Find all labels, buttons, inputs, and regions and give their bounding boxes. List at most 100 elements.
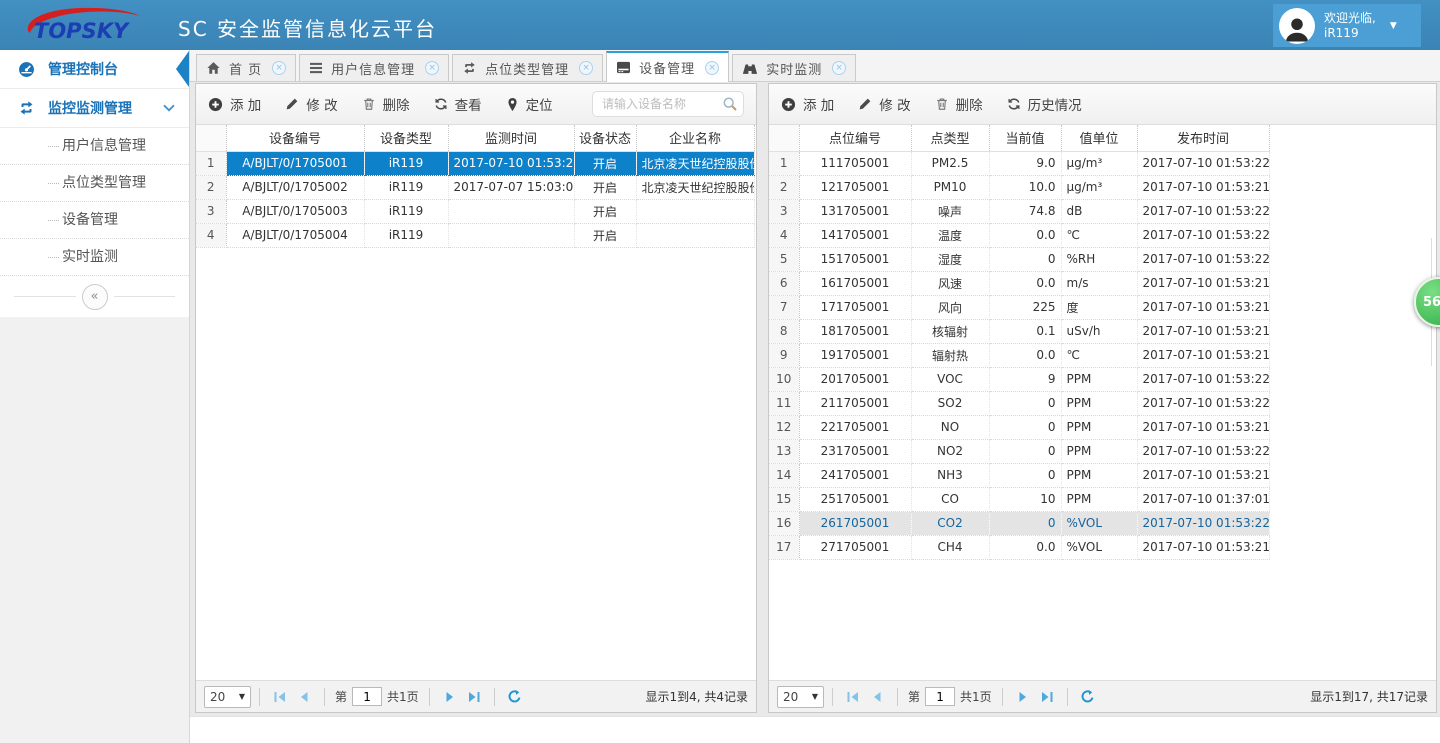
sidebar-section-management-console[interactable]: 管理控制台	[0, 50, 189, 89]
page-size-select[interactable]: 20 ▼	[204, 686, 251, 708]
column-header[interactable]: 企业名称	[636, 125, 754, 151]
cell: CO	[911, 487, 989, 511]
sidebar-item-point-type-management[interactable]: 点位类型管理	[0, 165, 189, 202]
refresh-button[interactable]	[503, 686, 527, 708]
row-number: 7	[769, 295, 799, 319]
next-page-button[interactable]	[1011, 686, 1035, 708]
table-row[interactable]: 5151705001湿度0%RH2017-07-10 01:53:22	[769, 247, 1269, 271]
table-row[interactable]: 2121705001PM1010.0μg/m³2017-07-10 01:53:…	[769, 175, 1269, 199]
prev-page-button[interactable]	[865, 686, 889, 708]
divider	[14, 296, 76, 297]
close-icon[interactable]: ×	[425, 61, 439, 75]
close-icon[interactable]: ×	[272, 61, 286, 75]
caret-down-icon: ▼	[239, 692, 245, 701]
column-header[interactable]: 点位编号	[799, 125, 911, 151]
cell: 2017-07-10 01:53:22	[1137, 151, 1269, 175]
caret-down-icon: ▼	[812, 692, 818, 701]
first-page-button[interactable]	[268, 686, 292, 708]
column-header[interactable]: 设备类型	[364, 125, 448, 151]
column-header[interactable]: 点类型	[911, 125, 989, 151]
table-row[interactable]: 15251705001CO10PPM2017-07-10 01:37:01	[769, 487, 1269, 511]
table-row[interactable]: 9191705001辐射热0.0℃2017-07-10 01:53:21	[769, 343, 1269, 367]
last-page-button[interactable]	[462, 686, 486, 708]
table-row[interactable]: 3A/BJLT/0/1705003iR119开启	[196, 199, 754, 223]
row-number: 5	[769, 247, 799, 271]
trash-icon	[935, 97, 949, 111]
column-header[interactable]: 值单位	[1061, 125, 1137, 151]
add-button[interactable]: 添 加	[781, 94, 834, 114]
sidebar-item-realtime-monitoring[interactable]: 实时监测	[0, 239, 189, 276]
cell: 2017-07-10 01:53:21	[1137, 463, 1269, 487]
row-number: 3	[769, 199, 799, 223]
column-header[interactable]: 监测时间	[448, 125, 574, 151]
table-row[interactable]: 11211705001SO20PPM2017-07-10 01:53:22	[769, 391, 1269, 415]
add-button[interactable]: 添 加	[208, 94, 261, 114]
column-header[interactable]: 当前值	[989, 125, 1061, 151]
first-page-button[interactable]	[841, 686, 865, 708]
sidebar-item-user-info-management[interactable]: 用户信息管理	[0, 128, 189, 165]
close-icon[interactable]: ×	[832, 61, 846, 75]
tab-user-info-management[interactable]: 用户信息管理×	[299, 54, 449, 81]
page-size-select[interactable]: 20 ▼	[777, 686, 824, 708]
page-number-input[interactable]	[352, 687, 382, 706]
page-label: 第	[908, 688, 920, 705]
tab-label: 实时监测	[766, 59, 822, 78]
close-icon[interactable]: ×	[705, 61, 719, 75]
table-row[interactable]: 16261705001CO20%VOL2017-07-10 01:53:22	[769, 511, 1269, 535]
collapse-sidebar-button[interactable]: «	[82, 284, 108, 310]
column-header[interactable]: 发布时间	[1137, 125, 1269, 151]
table-row[interactable]: 17271705001CH40.0%VOL2017-07-10 01:53:21	[769, 535, 1269, 559]
device-search	[592, 91, 744, 117]
cell: 2017-07-10 01:53:22	[1137, 367, 1269, 391]
search-icon[interactable]	[722, 96, 738, 112]
cell	[636, 223, 754, 247]
tab-device-management[interactable]: 设备管理×	[606, 51, 729, 82]
table-row[interactable]: 4141705001温度0.0℃2017-07-10 01:53:22	[769, 223, 1269, 247]
row-number: 17	[769, 535, 799, 559]
tab-home[interactable]: 首 页×	[196, 54, 296, 81]
table-row[interactable]: 2A/BJLT/0/1705002iR1192017-07-07 15:03:0…	[196, 175, 754, 199]
sidebar-item-device-management[interactable]: 设备管理	[0, 202, 189, 239]
cell: 2017-07-10 01:53:21	[1137, 319, 1269, 343]
table-row[interactable]: 7171705001风向225度2017-07-10 01:53:21	[769, 295, 1269, 319]
view-button[interactable]: 查看	[434, 94, 482, 114]
cell: 9	[989, 367, 1061, 391]
next-page-button[interactable]	[438, 686, 462, 708]
user-menu[interactable]: 欢迎光临, iR119 ▼	[1273, 4, 1421, 47]
delete-button[interactable]: 删除	[362, 94, 410, 114]
table-row[interactable]: 12221705001NO0PPM2017-07-10 01:53:21	[769, 415, 1269, 439]
history-button[interactable]: 历史情况	[1007, 94, 1082, 114]
sidebar-section-monitoring-management[interactable]: 监控监测管理	[0, 89, 189, 128]
prev-page-button[interactable]	[292, 686, 316, 708]
cell: CO2	[911, 511, 989, 535]
column-header[interactable]: 设备状态	[574, 125, 636, 151]
table-row[interactable]: 1A/BJLT/0/1705001iR1192017-07-10 01:53:2…	[196, 151, 754, 175]
table-row[interactable]: 4A/BJLT/0/1705004iR119开启	[196, 223, 754, 247]
table-row[interactable]: 1111705001PM2.59.0μg/m³2017-07-10 01:53:…	[769, 151, 1269, 175]
cell: 度	[1061, 295, 1137, 319]
edit-button[interactable]: 修 改	[858, 94, 910, 114]
app-header: TOPSKY SC 安全监管信息化云平台 欢迎光临, iR119 ▼	[0, 0, 1440, 50]
divider	[832, 688, 833, 706]
table-row[interactable]: 14241705001NH30PPM2017-07-10 01:53:21	[769, 463, 1269, 487]
close-icon[interactable]: ×	[579, 61, 593, 75]
table-row[interactable]: 10201705001VOC9PPM2017-07-10 01:53:22	[769, 367, 1269, 391]
table-row[interactable]: 3131705001噪声74.8dB2017-07-10 01:53:22	[769, 199, 1269, 223]
last-page-button[interactable]	[1035, 686, 1059, 708]
delete-button[interactable]: 删除	[935, 94, 983, 114]
refresh-button[interactable]	[1076, 686, 1100, 708]
tab-point-type-management[interactable]: 点位类型管理×	[452, 54, 603, 81]
edit-button[interactable]: 修 改	[285, 94, 337, 114]
locate-button[interactable]: 定位	[506, 94, 553, 114]
table-row[interactable]: 6161705001风速0.0m/s2017-07-10 01:53:21	[769, 271, 1269, 295]
table-row[interactable]: 13231705001NO20PPM2017-07-10 01:53:22	[769, 439, 1269, 463]
tab-realtime-monitoring[interactable]: 实时监测 ×	[732, 54, 856, 81]
table-row[interactable]: 8181705001核辐射0.1uSv/h2017-07-10 01:53:21	[769, 319, 1269, 343]
cell: dB	[1061, 199, 1137, 223]
device-panel: 添 加 修 改 删除 查看 定位 设备编号设备类型监测时间设备状态企业名称1A/BJLT…	[195, 83, 757, 713]
cell: 121705001	[799, 175, 911, 199]
page-number-input[interactable]	[925, 687, 955, 706]
cell: %VOL	[1061, 535, 1137, 559]
column-header[interactable]: 设备编号	[226, 125, 364, 151]
cell	[636, 199, 754, 223]
